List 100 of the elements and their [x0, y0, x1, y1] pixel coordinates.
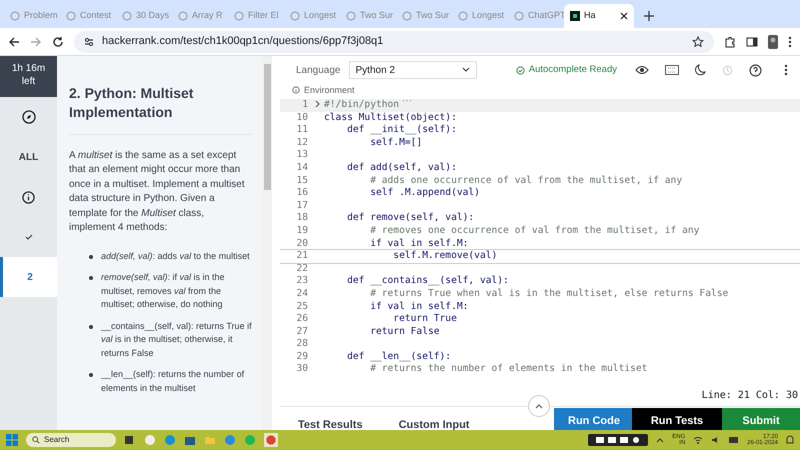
chevron-right-icon[interactable] — [314, 100, 320, 108]
check-icon — [24, 234, 32, 240]
keyboard-icon[interactable] — [665, 65, 679, 75]
site-settings-icon[interactable] — [84, 36, 94, 46]
line-number: 20 — [295, 238, 309, 250]
line-number: 10 — [295, 112, 309, 124]
code-line: self.M.remove(val) — [392, 250, 498, 263]
code-line: # returns the number of elements in the multiset — [369, 363, 648, 376]
nav-item[interactable]: 2 — [0, 257, 57, 297]
line-number: 28 — [295, 338, 309, 351]
code-line: self .M.append(val) — [369, 187, 480, 200]
reload-icon[interactable] — [52, 36, 64, 48]
notification-icon[interactable] — [786, 435, 794, 445]
more-options-icon[interactable] — [784, 64, 788, 76]
code-line: class Multiset(object): — [324, 112, 457, 124]
line-number: 27 — [295, 326, 309, 338]
line-number: 18 — [295, 212, 309, 225]
check-circle-icon — [516, 66, 525, 74]
language-label: Language — [296, 64, 340, 78]
line-number: 29 — [295, 350, 309, 364]
page-icon — [122, 11, 132, 21]
page-icon — [10, 11, 20, 21]
info-icon — [22, 190, 35, 204]
url-text: hackerrank.com/test/ch1k00qp1cn/questions/6pp7f3j08q1 — [102, 34, 384, 50]
line-number: 11 — [295, 124, 309, 137]
moon-icon[interactable] — [695, 64, 706, 76]
new-tab-icon[interactable] — [644, 11, 654, 21]
line-number: 23 — [295, 275, 309, 288]
page-icon — [514, 11, 524, 21]
autocomplete-status: Autocomplete Ready — [516, 62, 617, 78]
code-line: return True — [392, 313, 457, 326]
back-icon[interactable] — [8, 36, 20, 48]
address-bar[interactable]: hackerrank.com/test/ch1k00qp1cn/questions/6pp7f3j08q1 — [74, 30, 714, 52]
code-line: def __init__(self): — [346, 124, 457, 137]
menu-icon[interactable] — [788, 36, 792, 48]
battery-icon[interactable] — [729, 436, 740, 444]
environment-link[interactable]: Environment — [280, 84, 800, 96]
page-icon — [458, 11, 468, 21]
page-icon — [234, 11, 244, 21]
page-icon — [178, 11, 188, 21]
search-icon — [32, 436, 40, 444]
close-icon[interactable] — [620, 12, 628, 20]
timer: 1h 16m left — [0, 56, 57, 97]
capture-toolbar-icon[interactable] — [588, 434, 648, 446]
bullet-icon — [89, 254, 93, 259]
line-number: 12 — [295, 136, 309, 150]
page-icon — [66, 11, 76, 21]
code-line: # removes one occurrence of val from the multiset, if any — [369, 224, 700, 238]
bullet-icon — [89, 373, 93, 378]
action-button[interactable]: Run Tests — [632, 408, 722, 430]
problem-description: A multiset is the same as a set except that an element might occur more than once in a multiset. Implement a multiset data structure in Python. Given a template for the Multiset class, implement 4 methods: — [69, 148, 246, 236]
start-icon[interactable] — [6, 434, 18, 446]
taskbar-search[interactable]: Search — [26, 433, 116, 447]
code-line: if val in self.M: — [369, 238, 468, 250]
scrollbar-thumb[interactable] — [264, 64, 270, 190]
line-number: 14 — [295, 162, 309, 175]
line-number: 17 — [295, 200, 309, 212]
line-number: 13 — [295, 149, 309, 162]
code-line: if val in self.M: — [369, 300, 468, 314]
chevron-up-icon — [535, 403, 543, 409]
code-line: #!/bin/python — [324, 99, 400, 112]
list-item-text: __len__(self): returns the number of elements in the multiset — [101, 368, 246, 395]
language-dropdown[interactable]: Python 2 — [348, 61, 476, 79]
code-line: def __len__(self): — [346, 350, 452, 364]
page-icon — [346, 11, 356, 21]
list-item-text: __contains__(self, val): returns True if val is in the multiset; otherwise, it returns False — [101, 320, 252, 360]
line-number: 19 — [295, 224, 309, 238]
panel-tab[interactable]: Custom Input — [380, 418, 488, 430]
action-button[interactable]: Run Code — [554, 408, 632, 430]
line-number: 1 — [301, 99, 309, 112]
extensions-icon[interactable] — [724, 36, 736, 48]
bullet-icon — [89, 276, 93, 280]
info-icon — [292, 86, 300, 94]
nav-item[interactable]: ALL — [0, 137, 57, 177]
side-panel-icon[interactable] — [746, 36, 758, 48]
page-icon — [402, 11, 412, 21]
star-icon[interactable] — [692, 36, 704, 48]
chevron-down-icon — [462, 67, 470, 73]
code-line: def remove(self, val): — [346, 212, 474, 225]
line-number: 25 — [295, 300, 309, 314]
line-number: 16 — [295, 187, 309, 200]
bullet-icon — [89, 324, 93, 329]
site-logo-icon — [570, 11, 580, 21]
panel-tab[interactable]: Test Results — [280, 418, 381, 430]
line-number: 22 — [295, 262, 309, 276]
wifi-icon[interactable] — [693, 436, 704, 444]
list-item-text: add(self, val): adds val to the multiset — [101, 250, 250, 263]
line-number: 21 — [295, 250, 309, 263]
profile-avatar-icon[interactable] — [768, 34, 778, 48]
problem-title: 2. Python: Multiset Implementation — [69, 84, 252, 135]
action-button[interactable]: Submit — [722, 408, 800, 430]
code-line: self.M=[] — [369, 136, 422, 150]
browser-tab[interactable]: Ha — [564, 4, 634, 28]
code-line: def __contains__(self, val): — [346, 275, 509, 288]
page-icon — [290, 11, 300, 21]
help-icon[interactable] — [749, 64, 762, 76]
chevron-up-icon[interactable] — [656, 437, 664, 443]
cursor-position: Line: 21 Col: 30 — [700, 389, 799, 403]
line-number: 15 — [295, 174, 309, 188]
eye-icon[interactable] — [635, 65, 649, 75]
